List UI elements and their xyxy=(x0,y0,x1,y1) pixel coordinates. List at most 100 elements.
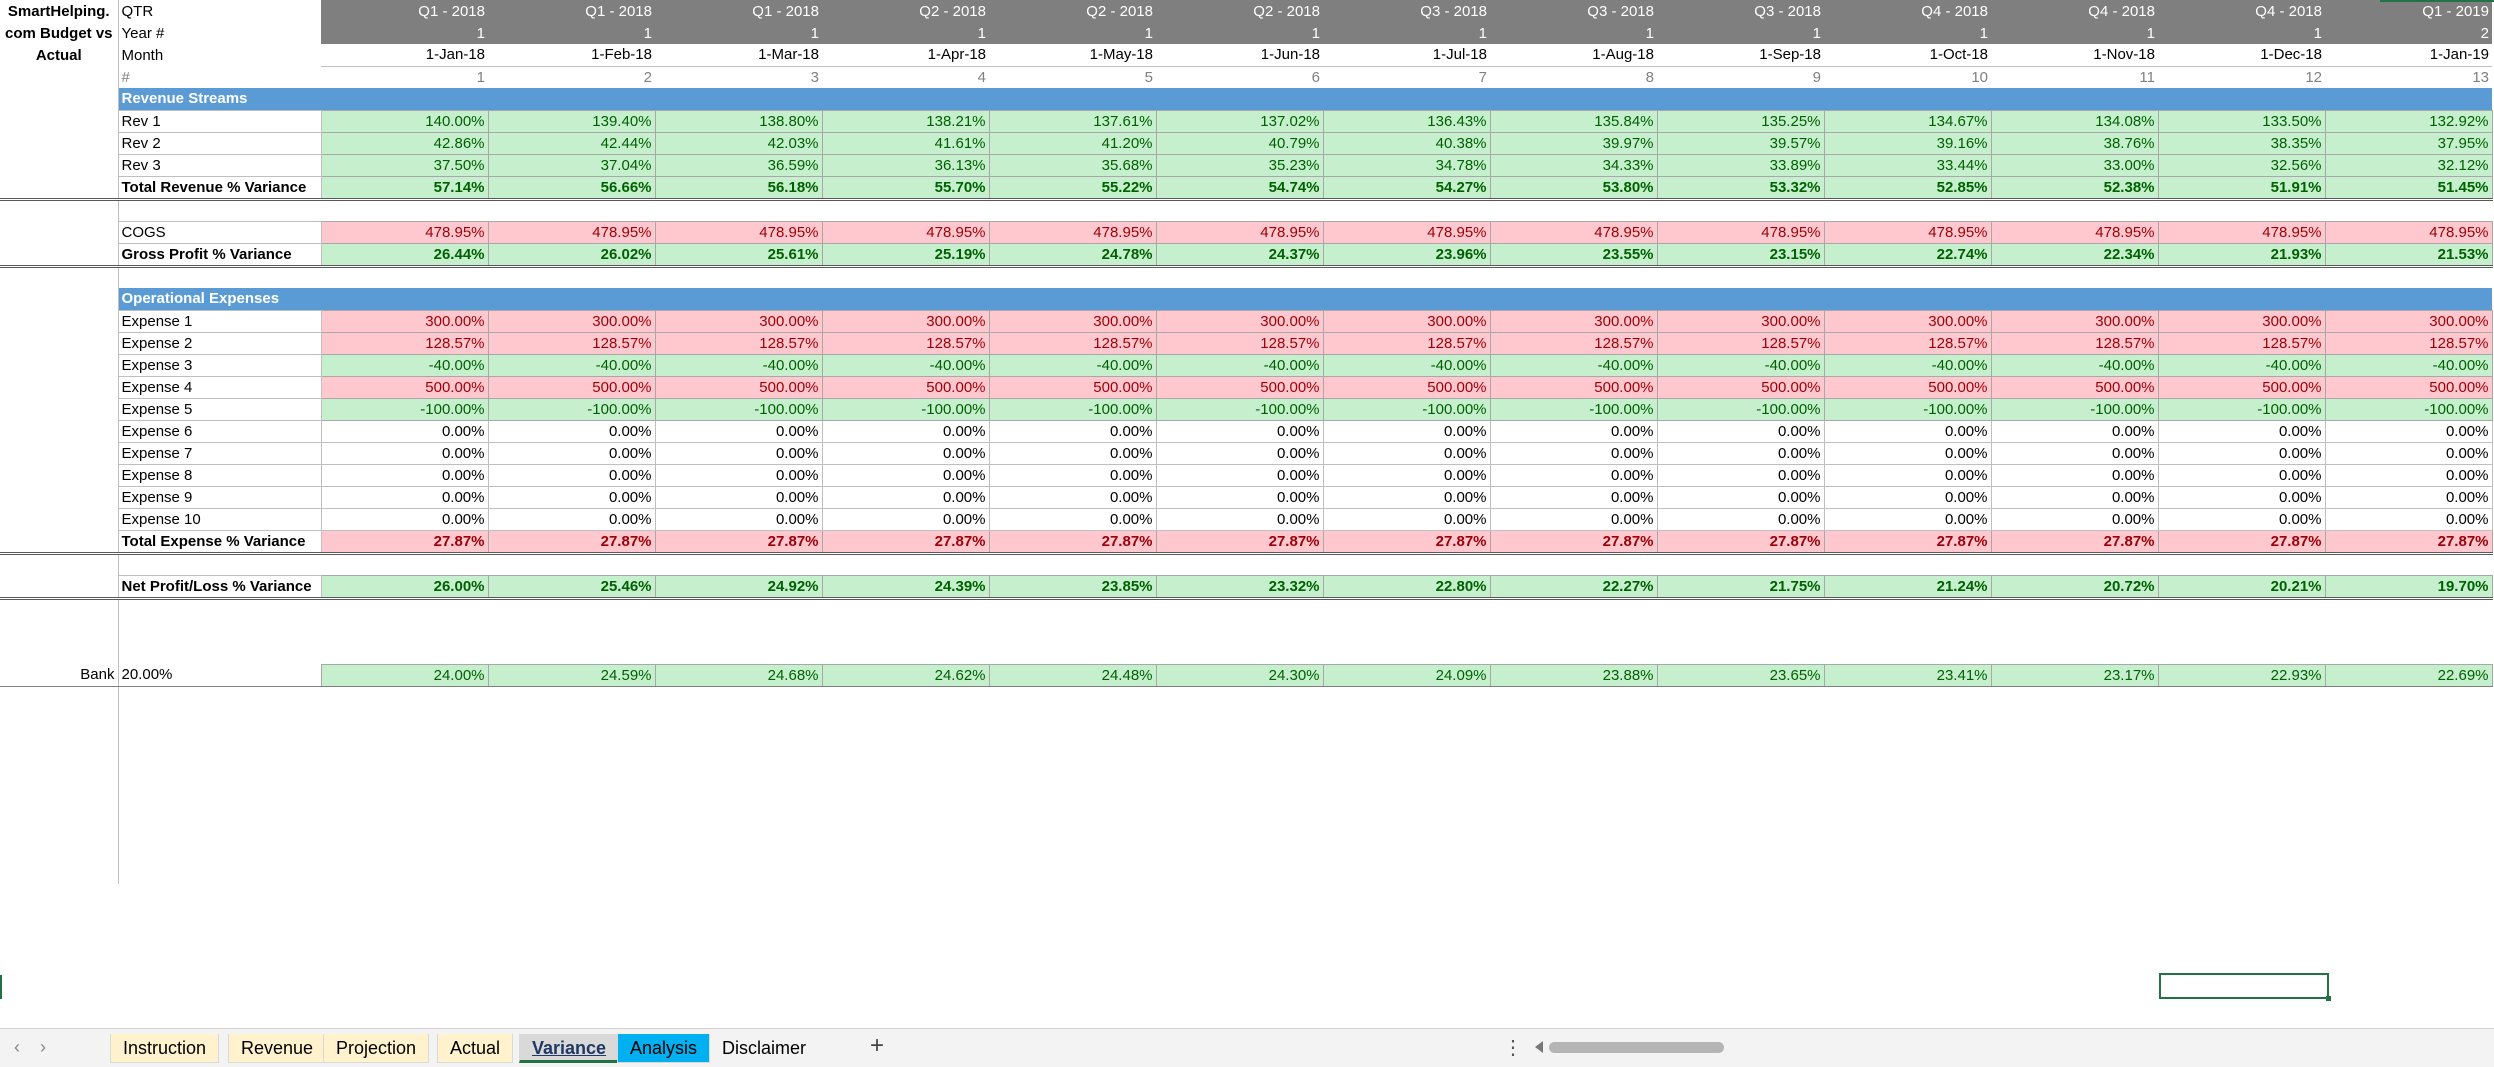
blank-cell[interactable] xyxy=(989,818,1156,840)
blank-cell[interactable] xyxy=(1323,774,1490,796)
value-cell[interactable]: 0.00% xyxy=(654,485,823,509)
value-cell[interactable]: 0.00% xyxy=(654,419,823,443)
value-cell[interactable]: 38.35% xyxy=(2157,131,2326,155)
value-cell[interactable]: 300.00% xyxy=(2324,309,2493,333)
qtr-header-cell[interactable]: Q1 - 2019 xyxy=(2325,0,2492,22)
blank-cell[interactable] xyxy=(1657,620,1824,642)
blank-cell[interactable] xyxy=(488,642,655,664)
row-gutter[interactable] xyxy=(0,508,119,530)
blank-cell[interactable] xyxy=(989,620,1156,642)
row-gutter[interactable] xyxy=(0,464,119,486)
blank-cell[interactable] xyxy=(1824,796,1991,818)
blank-cell[interactable] xyxy=(321,266,488,288)
month-header-cell[interactable]: 1-Aug-18 xyxy=(1490,44,1657,67)
row-gutter[interactable] xyxy=(0,598,119,620)
blank-cell[interactable] xyxy=(1824,730,1991,752)
value-cell[interactable]: 39.16% xyxy=(1823,131,1992,155)
blank-cell[interactable] xyxy=(1490,553,1657,575)
row-gutter[interactable] xyxy=(0,530,119,555)
value-cell[interactable]: 26.02% xyxy=(487,242,656,268)
blank-cell[interactable] xyxy=(1824,686,1991,708)
value-cell[interactable]: 500.00% xyxy=(821,375,990,399)
value-cell[interactable]: 478.95% xyxy=(1823,220,1992,244)
blank-cell[interactable] xyxy=(1824,840,1991,862)
tab-scroll-right-icon[interactable]: › xyxy=(40,1037,46,1058)
blank-cell[interactable] xyxy=(1323,199,1490,221)
blank-cell[interactable] xyxy=(2325,752,2492,774)
blank-cell[interactable] xyxy=(1490,620,1657,642)
blank-cell[interactable] xyxy=(1156,266,1323,288)
blank-cell[interactable] xyxy=(2158,752,2325,774)
value-cell[interactable]: 500.00% xyxy=(1489,375,1658,399)
row-gutter[interactable] xyxy=(0,730,119,752)
blank-cell[interactable] xyxy=(989,686,1156,708)
blank-cell[interactable] xyxy=(2325,598,2492,620)
value-cell[interactable]: 0.00% xyxy=(1322,463,1491,487)
value-cell[interactable]: 0.00% xyxy=(821,463,990,487)
value-cell[interactable]: 128.57% xyxy=(487,331,656,355)
blank-cell[interactable] xyxy=(2325,708,2492,730)
blank-cell[interactable] xyxy=(1824,266,1991,288)
value-cell[interactable]: 0.00% xyxy=(320,441,489,465)
value-cell[interactable]: -100.00% xyxy=(988,397,1157,421)
blank-cell[interactable] xyxy=(822,818,989,840)
blank-cell[interactable] xyxy=(1991,730,2158,752)
blank-cell[interactable] xyxy=(655,818,822,840)
blank-cell[interactable] xyxy=(655,730,822,752)
index-header-cell[interactable]: 4 xyxy=(822,66,989,88)
blank-cell[interactable] xyxy=(1991,840,2158,862)
blank-cell[interactable] xyxy=(2158,553,2325,575)
blank-cell[interactable] xyxy=(655,199,822,221)
bank-value-cell[interactable]: 24.59% xyxy=(487,663,656,687)
section-fill-cell[interactable] xyxy=(488,288,655,310)
value-cell[interactable]: 51.45% xyxy=(2324,175,2493,201)
value-cell[interactable]: 37.50% xyxy=(320,153,489,177)
blank-cell[interactable] xyxy=(321,796,488,818)
value-cell[interactable]: -40.00% xyxy=(320,353,489,377)
blank-cell[interactable] xyxy=(1991,553,2158,575)
blank-cell[interactable] xyxy=(822,752,989,774)
blank-cell[interactable] xyxy=(1991,774,2158,796)
value-cell[interactable]: 0.00% xyxy=(320,419,489,443)
value-cell[interactable]: 134.08% xyxy=(1990,109,2159,133)
blank-cell[interactable] xyxy=(118,686,321,708)
selected-cell[interactable] xyxy=(2159,973,2331,1001)
value-cell[interactable]: 0.00% xyxy=(1489,507,1658,531)
year-header-cell[interactable]: 1 xyxy=(2158,22,2325,44)
value-cell[interactable]: 52.38% xyxy=(1990,175,2159,201)
blank-cell[interactable] xyxy=(2158,708,2325,730)
month-header-cell[interactable]: 1-Dec-18 xyxy=(2158,44,2325,67)
bank-value-cell[interactable]: 22.69% xyxy=(2324,663,2493,687)
blank-cell[interactable] xyxy=(488,796,655,818)
blank-cell[interactable] xyxy=(1490,796,1657,818)
value-cell[interactable]: 0.00% xyxy=(1322,419,1491,443)
blank-cell[interactable] xyxy=(2158,862,2325,884)
blank-cell[interactable] xyxy=(822,796,989,818)
year-header-cell[interactable]: 1 xyxy=(1824,22,1991,44)
blank-cell[interactable] xyxy=(488,840,655,862)
blank-cell[interactable] xyxy=(1156,840,1323,862)
row-gutter[interactable] xyxy=(0,88,119,110)
value-cell[interactable]: 478.95% xyxy=(320,220,489,244)
value-cell[interactable]: 42.03% xyxy=(654,131,823,155)
value-cell[interactable]: 0.00% xyxy=(1155,419,1324,443)
value-cell[interactable]: 0.00% xyxy=(487,485,656,509)
value-cell[interactable]: 0.00% xyxy=(2324,507,2493,531)
qtr-header-cell[interactable]: Q3 - 2018 xyxy=(1323,0,1490,22)
blank-cell[interactable] xyxy=(822,730,989,752)
bank-value-cell[interactable]: 24.30% xyxy=(1155,663,1324,687)
value-cell[interactable]: 478.95% xyxy=(654,220,823,244)
value-cell[interactable]: 21.93% xyxy=(2157,242,2326,268)
blank-cell[interactable] xyxy=(1323,730,1490,752)
value-cell[interactable]: 53.80% xyxy=(1489,175,1658,201)
value-cell[interactable]: 26.44% xyxy=(320,242,489,268)
blank-cell[interactable] xyxy=(1657,796,1824,818)
blank-cell[interactable] xyxy=(989,553,1156,575)
value-cell[interactable]: 478.95% xyxy=(487,220,656,244)
value-cell[interactable]: 128.57% xyxy=(1489,331,1658,355)
value-cell[interactable]: 0.00% xyxy=(1656,485,1825,509)
year-header-cell[interactable]: 1 xyxy=(989,22,1156,44)
blank-cell[interactable] xyxy=(822,199,989,221)
row-gutter[interactable] xyxy=(0,154,119,176)
blank-cell[interactable] xyxy=(1991,598,2158,620)
